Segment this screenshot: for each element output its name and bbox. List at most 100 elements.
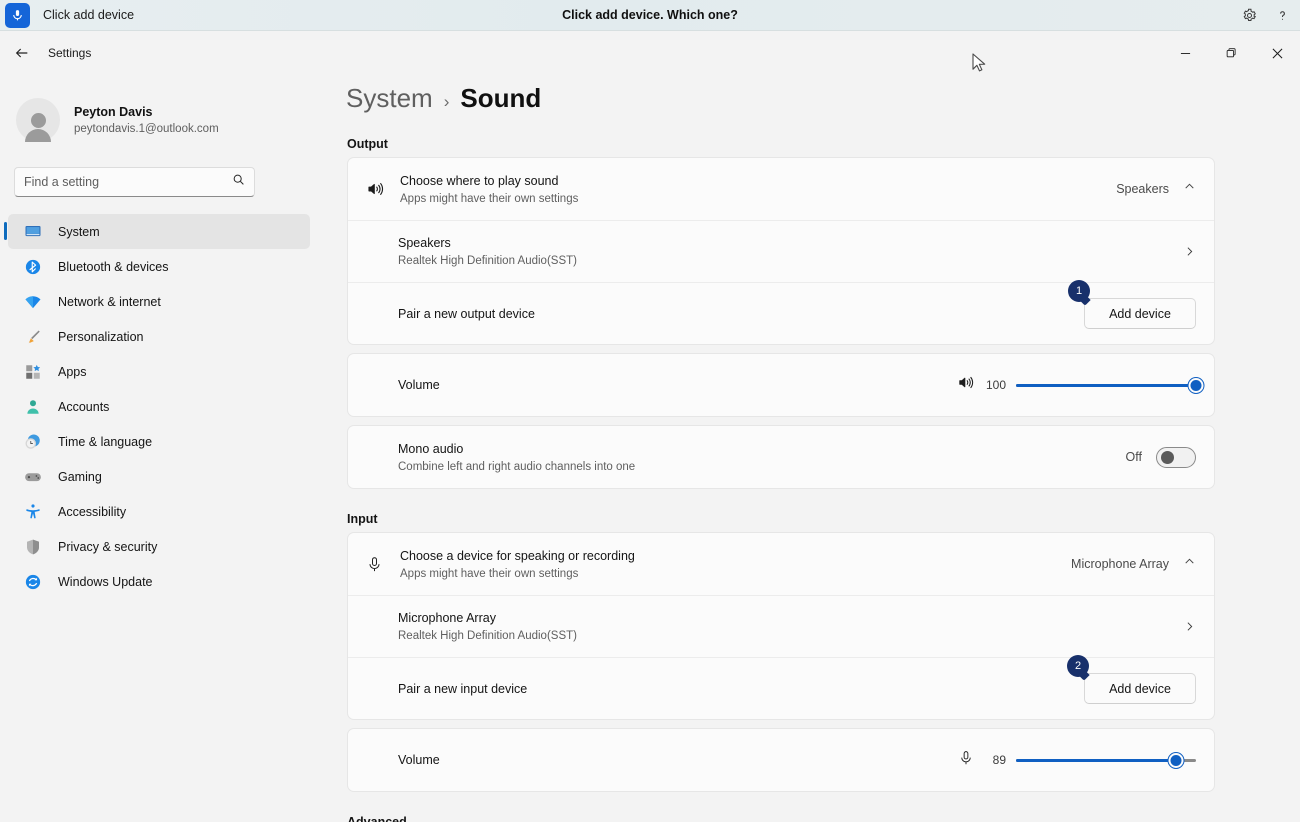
input-volume-row[interactable]: Volume 89: [348, 729, 1214, 791]
chevron-right-icon[interactable]: [1183, 620, 1196, 633]
input-card: Choose a device for speaking or recordin…: [347, 532, 1215, 720]
help-icon[interactable]: [1275, 8, 1290, 23]
profile-email: peytondavis.1@outlook.com: [74, 121, 219, 137]
selected-input-device: Microphone Array: [1071, 557, 1169, 571]
banner-icon-group: [1242, 8, 1290, 23]
sidebar-item-network-internet[interactable]: Network & internet: [8, 284, 310, 319]
clock-icon: [22, 431, 44, 453]
sidebar-item-bluetooth-devices[interactable]: Bluetooth & devices: [8, 249, 310, 284]
maximize-button[interactable]: [1208, 31, 1254, 75]
assistant-command-text: Click add device: [43, 8, 134, 22]
mono-audio-toggle[interactable]: [1156, 447, 1196, 468]
close-button[interactable]: [1254, 31, 1300, 75]
apps-icon: [22, 361, 44, 383]
input-device-microphone-array-row[interactable]: Microphone Array Realtek High Definition…: [348, 595, 1214, 657]
sidebar-item-personalization[interactable]: Personalization: [8, 319, 310, 354]
sidebar-item-label: Accounts: [58, 400, 109, 414]
section-label-output: Output: [347, 137, 1300, 151]
sidebar-item-label: Accessibility: [58, 505, 126, 519]
pair-new-output-device-row: Pair a new output device 1 Add device: [348, 282, 1214, 344]
sidebar-item-accessibility[interactable]: Accessibility: [8, 494, 310, 529]
mono-audio-state: Off: [1126, 450, 1142, 464]
update-icon: [22, 571, 44, 593]
chevron-right-icon: ›: [444, 92, 450, 112]
search-box[interactable]: [14, 167, 255, 197]
sidebar: Peyton Davis peytondavis.1@outlook.com: [0, 75, 320, 822]
step-badge-2: 2: [1067, 655, 1089, 677]
monitor-icon: [22, 221, 44, 243]
breadcrumb: System › Sound: [320, 75, 1300, 114]
main-content: System › Sound Output Choose where to pl…: [320, 75, 1300, 822]
search-icon[interactable]: [232, 173, 245, 191]
window-titlebar: Settings: [0, 31, 1300, 75]
choose-input-subtitle: Apps might have their own settings: [400, 566, 1071, 582]
minimize-button[interactable]: [1162, 31, 1208, 75]
settings-window: Click add device Click add device. Which…: [0, 0, 1300, 822]
output-volume-label: Volume: [398, 378, 440, 392]
bluetooth-icon: [22, 256, 44, 278]
output-device-driver: Realtek High Definition Audio(SST): [398, 253, 1183, 269]
input-volume-slider[interactable]: [1016, 751, 1196, 769]
output-volume-slider[interactable]: [1016, 376, 1196, 394]
output-volume-value: 100: [984, 378, 1006, 392]
microphone-icon: [958, 750, 974, 771]
microphone-icon[interactable]: [5, 3, 30, 28]
choose-output-subtitle: Apps might have their own settings: [400, 191, 1116, 207]
microphone-icon: [366, 556, 400, 573]
selected-output-device: Speakers: [1116, 182, 1169, 196]
speaker-icon: [957, 374, 974, 396]
input-volume-card: Volume 89: [347, 728, 1215, 792]
accessibility-icon: [22, 501, 44, 523]
choose-input-device-row[interactable]: Choose a device for speaking or recordin…: [348, 533, 1214, 595]
search-input[interactable]: [24, 175, 232, 189]
window-title: Settings: [48, 46, 91, 60]
sidebar-item-label: Apps: [58, 365, 87, 379]
chevron-right-icon[interactable]: [1183, 245, 1196, 258]
sidebar-item-system[interactable]: System: [8, 214, 310, 249]
chevron-up-icon[interactable]: [1183, 180, 1196, 198]
gamepad-icon: [22, 466, 44, 488]
pair-new-input-device-row: Pair a new input device 2 Add device: [348, 657, 1214, 719]
sidebar-item-time-language[interactable]: Time & language: [8, 424, 310, 459]
sidebar-item-label: Privacy & security: [58, 540, 157, 554]
assistant-banner: Click add device Click add device. Which…: [0, 0, 1300, 31]
output-volume-row[interactable]: Volume 100: [348, 354, 1214, 416]
mono-audio-row[interactable]: Mono audio Combine left and right audio …: [348, 426, 1214, 488]
sidebar-item-label: Time & language: [58, 435, 152, 449]
add-input-device-button[interactable]: Add device: [1084, 673, 1196, 704]
add-output-device-button[interactable]: Add device: [1084, 298, 1196, 329]
sidebar-nav: System Bluetooth & devices: [0, 214, 320, 599]
choose-input-title: Choose a device for speaking or recordin…: [400, 549, 635, 563]
sidebar-item-windows-update[interactable]: Windows Update: [8, 564, 310, 599]
sidebar-item-apps[interactable]: Apps: [8, 354, 310, 389]
wifi-icon: [22, 291, 44, 313]
input-volume-label: Volume: [398, 753, 440, 767]
output-device-speakers-row[interactable]: Speakers Realtek High Definition Audio(S…: [348, 220, 1214, 282]
profile-name: Peyton Davis: [74, 104, 219, 121]
gear-icon[interactable]: [1242, 8, 1257, 23]
speaker-icon: [366, 180, 400, 198]
sidebar-item-gaming[interactable]: Gaming: [8, 459, 310, 494]
profile-section[interactable]: Peyton Davis peytondavis.1@outlook.com: [0, 85, 320, 147]
output-device-name: Speakers: [398, 236, 451, 250]
sidebar-item-privacy-security[interactable]: Privacy & security: [8, 529, 310, 564]
mono-audio-title: Mono audio: [398, 442, 463, 456]
sidebar-item-accounts[interactable]: Accounts: [8, 389, 310, 424]
choose-output-title: Choose where to play sound: [400, 174, 558, 188]
sidebar-item-label: Personalization: [58, 330, 143, 344]
paintbrush-icon: [22, 326, 44, 348]
section-label-advanced: Advanced: [347, 815, 1300, 822]
back-arrow-icon[interactable]: [6, 37, 38, 69]
chevron-up-icon[interactable]: [1183, 555, 1196, 573]
window-controls: [1162, 31, 1300, 75]
sidebar-item-label: Windows Update: [58, 575, 153, 589]
breadcrumb-parent[interactable]: System: [346, 83, 433, 114]
sidebar-item-label: Gaming: [58, 470, 102, 484]
assistant-prompt-text: Click add device. Which one?: [0, 8, 1300, 22]
input-device-name: Microphone Array: [398, 611, 496, 625]
sidebar-item-label: Bluetooth & devices: [58, 260, 169, 274]
choose-output-device-row[interactable]: Choose where to play sound Apps might ha…: [348, 158, 1214, 220]
output-card: Choose where to play sound Apps might ha…: [347, 157, 1215, 345]
shield-icon: [22, 536, 44, 558]
sidebar-item-label: System: [58, 225, 100, 239]
